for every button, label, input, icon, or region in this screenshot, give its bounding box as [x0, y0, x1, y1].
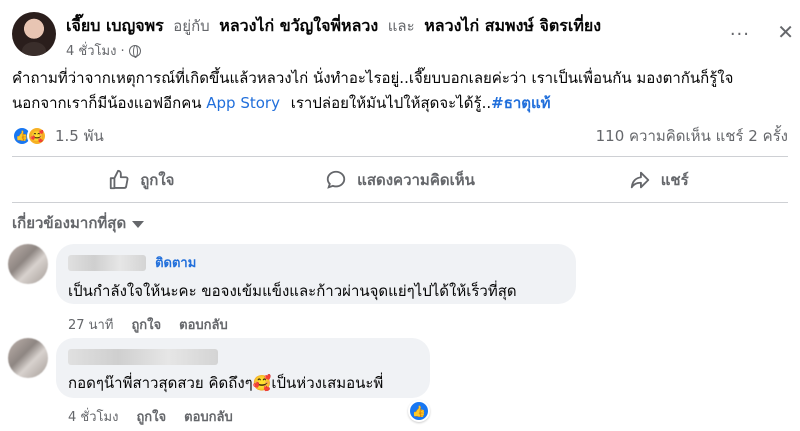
and-label: และ — [387, 17, 415, 35]
share-label: แชร์ — [660, 171, 689, 189]
with-label: อยู่กับ — [173, 17, 210, 35]
comment-reply-button[interactable]: ตอบกลับ — [184, 406, 233, 427]
globe-icon — [128, 44, 141, 58]
commenter-avatar[interactable] — [8, 338, 48, 378]
post-text-part2: เราปล่อยให้มันไปให้สุดจะได้รู้.. — [290, 94, 492, 112]
reaction-count: 1.5 พัน — [55, 127, 104, 145]
more-options-icon[interactable]: ··· — [730, 24, 750, 45]
close-icon[interactable]: ✕ — [777, 20, 794, 44]
comment-reply-button[interactable]: ตอบกลับ — [179, 314, 228, 335]
comment-like-button[interactable]: ถูกใจ — [136, 406, 166, 427]
comment-like-button[interactable]: ถูกใจ — [131, 314, 161, 335]
chevron-down-icon — [132, 220, 145, 228]
divider — [12, 202, 788, 203]
like-button[interactable]: ถูกใจ — [12, 162, 271, 198]
commenter-avatar[interactable] — [8, 244, 48, 284]
comment-bubble: ติดตาม เป็นกำลังใจให้นะคะ ขอจงเข้มแข็งแล… — [56, 244, 576, 304]
comment-bubble: กอดๆน๊าพี่สาวสุดสวย คิดถึงๆ🥰เป็นห่วงเสมอ… — [56, 338, 430, 398]
author-avatar[interactable] — [12, 12, 56, 56]
comment-time[interactable]: 27 นาที — [68, 314, 113, 335]
thumbs-up-icon — [110, 169, 129, 190]
comment-text: กอดๆน๊าพี่สาวสุดสวย คิดถึงๆ🥰เป็นห่วงเสมอ… — [68, 374, 384, 392]
comment-icon — [326, 170, 346, 189]
comment-meta: 4 ชั่วโมง ถูกใจ ตอบกลับ — [68, 406, 233, 427]
comment-text: เป็นกำลังใจให้นะคะ ขอจงเข้มแข็งและก้าวผ่… — [68, 282, 517, 300]
post-text: คำถามที่ว่าจากเหตุการณ์ที่เกิดขึ้นแล้วหล… — [12, 66, 788, 116]
comment-time[interactable]: 4 ชั่วโมง — [68, 406, 118, 427]
care-reaction-icon: 🥰 — [27, 126, 47, 146]
like-label: ถูกใจ — [140, 171, 175, 189]
author-line: เจี๊ยบ เบญจพร อยู่กับ หลวงไก่ ขวัญใจพี่ห… — [66, 14, 601, 39]
hashtag-link[interactable]: #ธาตุแท้ — [491, 94, 550, 112]
app-story-link[interactable]: App Story — [206, 94, 280, 112]
post-header: เจี๊ยบ เบญจพร อยู่กับ หลวงไก่ ขวัญใจพี่ห… — [8, 6, 794, 62]
tagged-user-1[interactable]: หลวงไก่ ขวัญใจพี่หลวง — [219, 16, 378, 35]
comment-label: แสดงความคิดเห็น — [357, 171, 475, 189]
reactions-summary[interactable]: 👍 🥰 1.5 พัน — [12, 124, 104, 148]
share-icon — [630, 171, 649, 189]
post-stats: 👍 🥰 1.5 พัน 110 ความคิดเห็น แชร์ 2 ครั้ง — [12, 124, 788, 148]
sort-label: เกี่ยวข้องมากที่สุด — [12, 214, 127, 232]
share-button[interactable]: แชร์ — [529, 162, 788, 198]
blurred-commenter-name[interactable] — [68, 348, 218, 365]
comments-shares-count[interactable]: 110 ความคิดเห็น แชร์ 2 ครั้ง — [596, 124, 788, 148]
follow-button[interactable]: ติดตาม — [155, 256, 196, 271]
divider — [12, 156, 788, 157]
author-name[interactable]: เจี๊ยบ เบญจพร — [66, 16, 164, 35]
post-time[interactable]: 4 ชั่วโมง · — [66, 40, 125, 61]
post-actions: ถูกใจ แสดงความคิดเห็น แชร์ — [12, 162, 788, 198]
comment-meta: 27 นาที ถูกใจ ตอบกลับ — [68, 314, 228, 335]
tagged-user-2[interactable]: หลวงไก่ สมพงษ์ จิตรเที่ยง — [424, 16, 601, 35]
blurred-commenter-name[interactable] — [68, 254, 146, 271]
comment-button[interactable]: แสดงความคิดเห็น — [271, 162, 530, 198]
comment-sort-dropdown[interactable]: เกี่ยวข้องมากที่สุด — [12, 211, 145, 235]
post-meta: 4 ชั่วโมง · — [66, 40, 141, 61]
comment-like-icon[interactable]: 👍 — [408, 400, 430, 422]
